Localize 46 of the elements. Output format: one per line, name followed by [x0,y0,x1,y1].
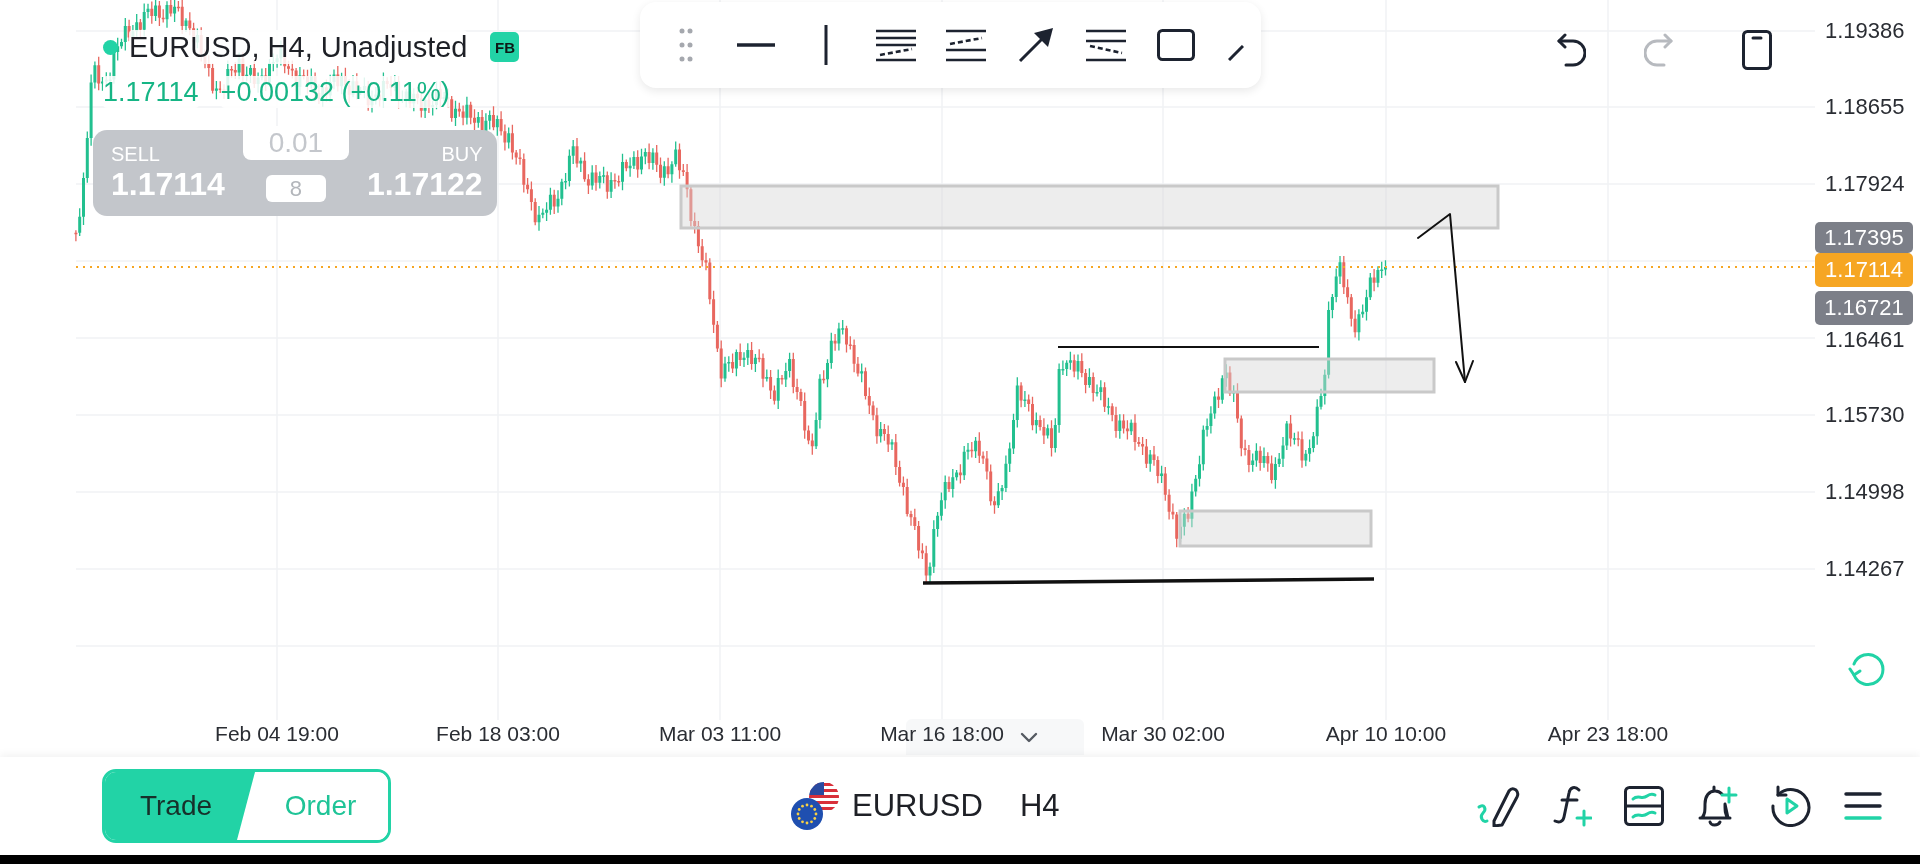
time-axis-label: Mar 16 18:00 [880,721,1004,747]
time-axis-label: Mar 30 02:00 [1101,721,1225,747]
spread-indicator: 8 [265,175,326,202]
function-plus-icon[interactable] [1552,785,1592,827]
time-axis-label: Feb 18 03:00 [436,721,560,747]
price-tick-label: 1.14267 [1825,556,1905,582]
price-tick-label: 1.14998 [1825,479,1905,505]
dashed-lines-icon[interactable] [1086,28,1126,62]
horizontal-line[interactable] [1058,345,1319,349]
price-change: +0.00132 (+0.11%) [220,76,450,108]
price-tick-label: 1.15730 [1825,402,1905,428]
pencil-icon[interactable] [1476,785,1520,827]
symbol-title: EURUSD, H4, Unadjusted [129,30,468,64]
vertical-line-icon[interactable] [824,25,828,65]
price-tick-label: 1.17924 [1825,171,1905,197]
mode-tab[interactable]: Trade [105,772,255,840]
time-axis-label: Apr 23 18:00 [1547,721,1669,747]
drawn-arrow[interactable] [1417,213,1474,383]
price-marker: 1.16721 [1815,291,1913,325]
rectangle-icon[interactable] [1157,29,1195,61]
chevron-down-icon[interactable] [1020,731,1038,743]
parallel-channel-icon[interactable] [876,28,916,62]
arrow-icon[interactable] [1018,27,1054,63]
time-axis-label: Mar 03 11:00 [658,721,782,747]
menu-icon[interactable] [1844,791,1882,821]
price-marker: 1.17114 [1815,253,1913,287]
split-panel-icon[interactable] [1624,786,1664,826]
price-tick-label: 1.18655 [1825,94,1905,120]
timeframe-label[interactable]: H4 [1019,788,1060,824]
diagonal-line-icon[interactable] [1228,45,1244,61]
horizontal-line[interactable] [923,577,1374,585]
price-marker: 1.17395 [1815,222,1913,253]
phone-icon[interactable] [1742,30,1772,70]
drag-handle-icon[interactable] [679,28,693,62]
fb-badge[interactable]: FB [490,32,520,62]
replay-icon[interactable] [1770,785,1812,827]
price-tick-label: 1.16461 [1825,327,1905,353]
status-dot-icon [103,39,118,55]
time-axis-label: Apr 10 10:00 [1325,721,1447,747]
undo-icon[interactable] [1556,33,1586,67]
last-price: 1.17114 [103,76,199,108]
time-axis-label: Feb 04 19:00 [215,721,339,747]
symbol-name[interactable]: EURUSD [852,788,983,824]
bell-plus-icon[interactable] [1696,784,1738,828]
price-tick-label: 1.19386 [1825,18,1905,44]
dashed-channel-icon[interactable] [946,28,986,62]
